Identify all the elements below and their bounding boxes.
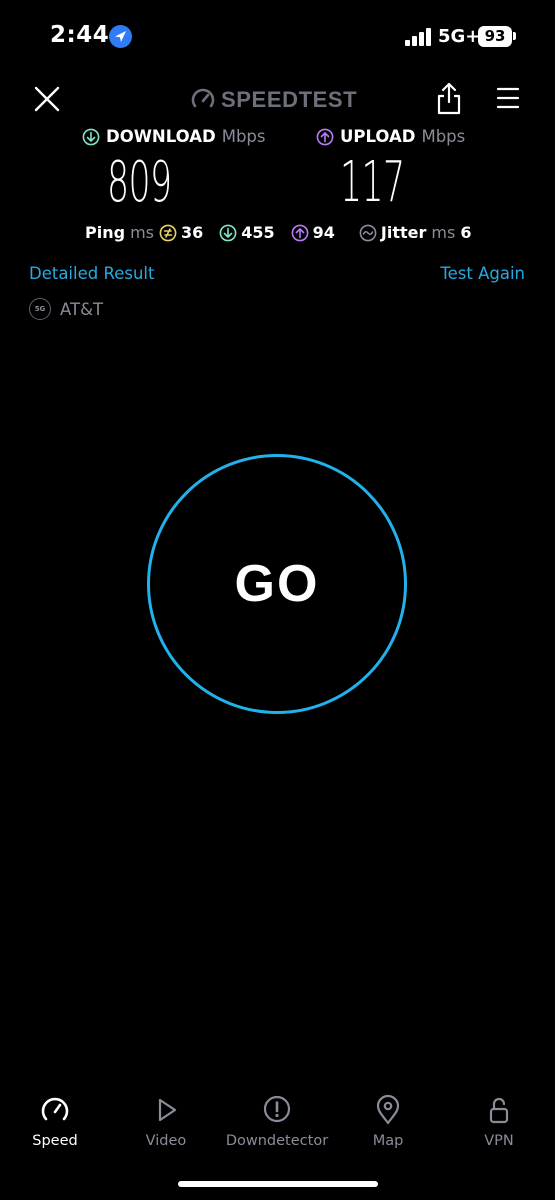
share-icon (437, 82, 461, 115)
tab-label: Speed (32, 1133, 78, 1149)
ping-download-icon (219, 224, 237, 242)
ping-upload-icon (291, 224, 309, 242)
download-arrow-icon (82, 128, 100, 146)
tab-label: Video (145, 1133, 187, 1149)
jitter-unit: ms (431, 223, 456, 242)
alert-icon (222, 1094, 332, 1128)
upload-header: UPLOAD Mbps (316, 127, 465, 146)
play-icon (111, 1094, 221, 1128)
download-value: 809 (107, 150, 172, 215)
jitter-label: Jitter (380, 223, 427, 242)
tab-label: Map (372, 1133, 404, 1149)
speedometer-icon (0, 1094, 110, 1128)
home-indicator[interactable] (178, 1181, 378, 1187)
map-pin-icon (333, 1094, 443, 1128)
battery-cap (513, 32, 516, 40)
go-button[interactable]: GO (147, 454, 407, 714)
upload-label: UPLOAD (340, 127, 416, 146)
test-again-link[interactable]: Test Again (440, 264, 525, 283)
ping-idle-icon (159, 224, 177, 242)
provider-info: 5G AT&T (29, 298, 103, 320)
tab-video[interactable]: Video (111, 1094, 221, 1154)
go-label: GO (234, 555, 320, 613)
brand-name: SPEEDTEST (221, 87, 358, 112)
tab-speed[interactable]: Speed (0, 1094, 110, 1154)
tab-label: Downdetector (225, 1133, 329, 1149)
battery-icon: 93 (478, 26, 512, 47)
tab-map[interactable]: Map (333, 1094, 443, 1154)
close-button[interactable] (30, 82, 64, 116)
provider-name: AT&T (60, 299, 104, 319)
download-header: DOWNLOAD Mbps (82, 127, 266, 146)
ping-download-value: 455 (241, 223, 275, 242)
upload-value: 117 (340, 150, 405, 215)
download-unit: Mbps (221, 127, 266, 146)
upload-arrow-icon (316, 128, 334, 146)
jitter-icon (359, 224, 377, 242)
location-arrow-icon (109, 25, 132, 48)
latency-row: Ping ms 36 455 94 Jitter ms 6 (85, 223, 471, 242)
download-label: DOWNLOAD (106, 127, 216, 146)
tab-vpn[interactable]: VPN (444, 1094, 554, 1154)
tab-label: VPN (484, 1133, 514, 1149)
speedometer-logo-icon (191, 88, 215, 108)
network-type: 5G+ (438, 26, 481, 47)
upload-unit: Mbps (421, 127, 466, 146)
menu-button[interactable] (494, 84, 522, 112)
hamburger-menu-icon (496, 87, 520, 109)
status-time: 2:44 (50, 22, 110, 48)
ping-unit: ms (130, 223, 154, 242)
tab-downdetector[interactable]: Downdetector (222, 1094, 332, 1154)
unlock-icon (444, 1094, 554, 1128)
ping-idle-value: 36 (180, 223, 204, 242)
jitter-value: 6 (460, 223, 472, 242)
signal-icon (405, 28, 435, 46)
ping-label: Ping (85, 223, 126, 242)
close-icon (34, 86, 60, 112)
network-badge-icon: 5G (29, 298, 51, 320)
detailed-result-link[interactable]: Detailed Result (29, 264, 154, 283)
share-button[interactable] (433, 80, 465, 118)
ping-upload-value: 94 (312, 223, 335, 242)
